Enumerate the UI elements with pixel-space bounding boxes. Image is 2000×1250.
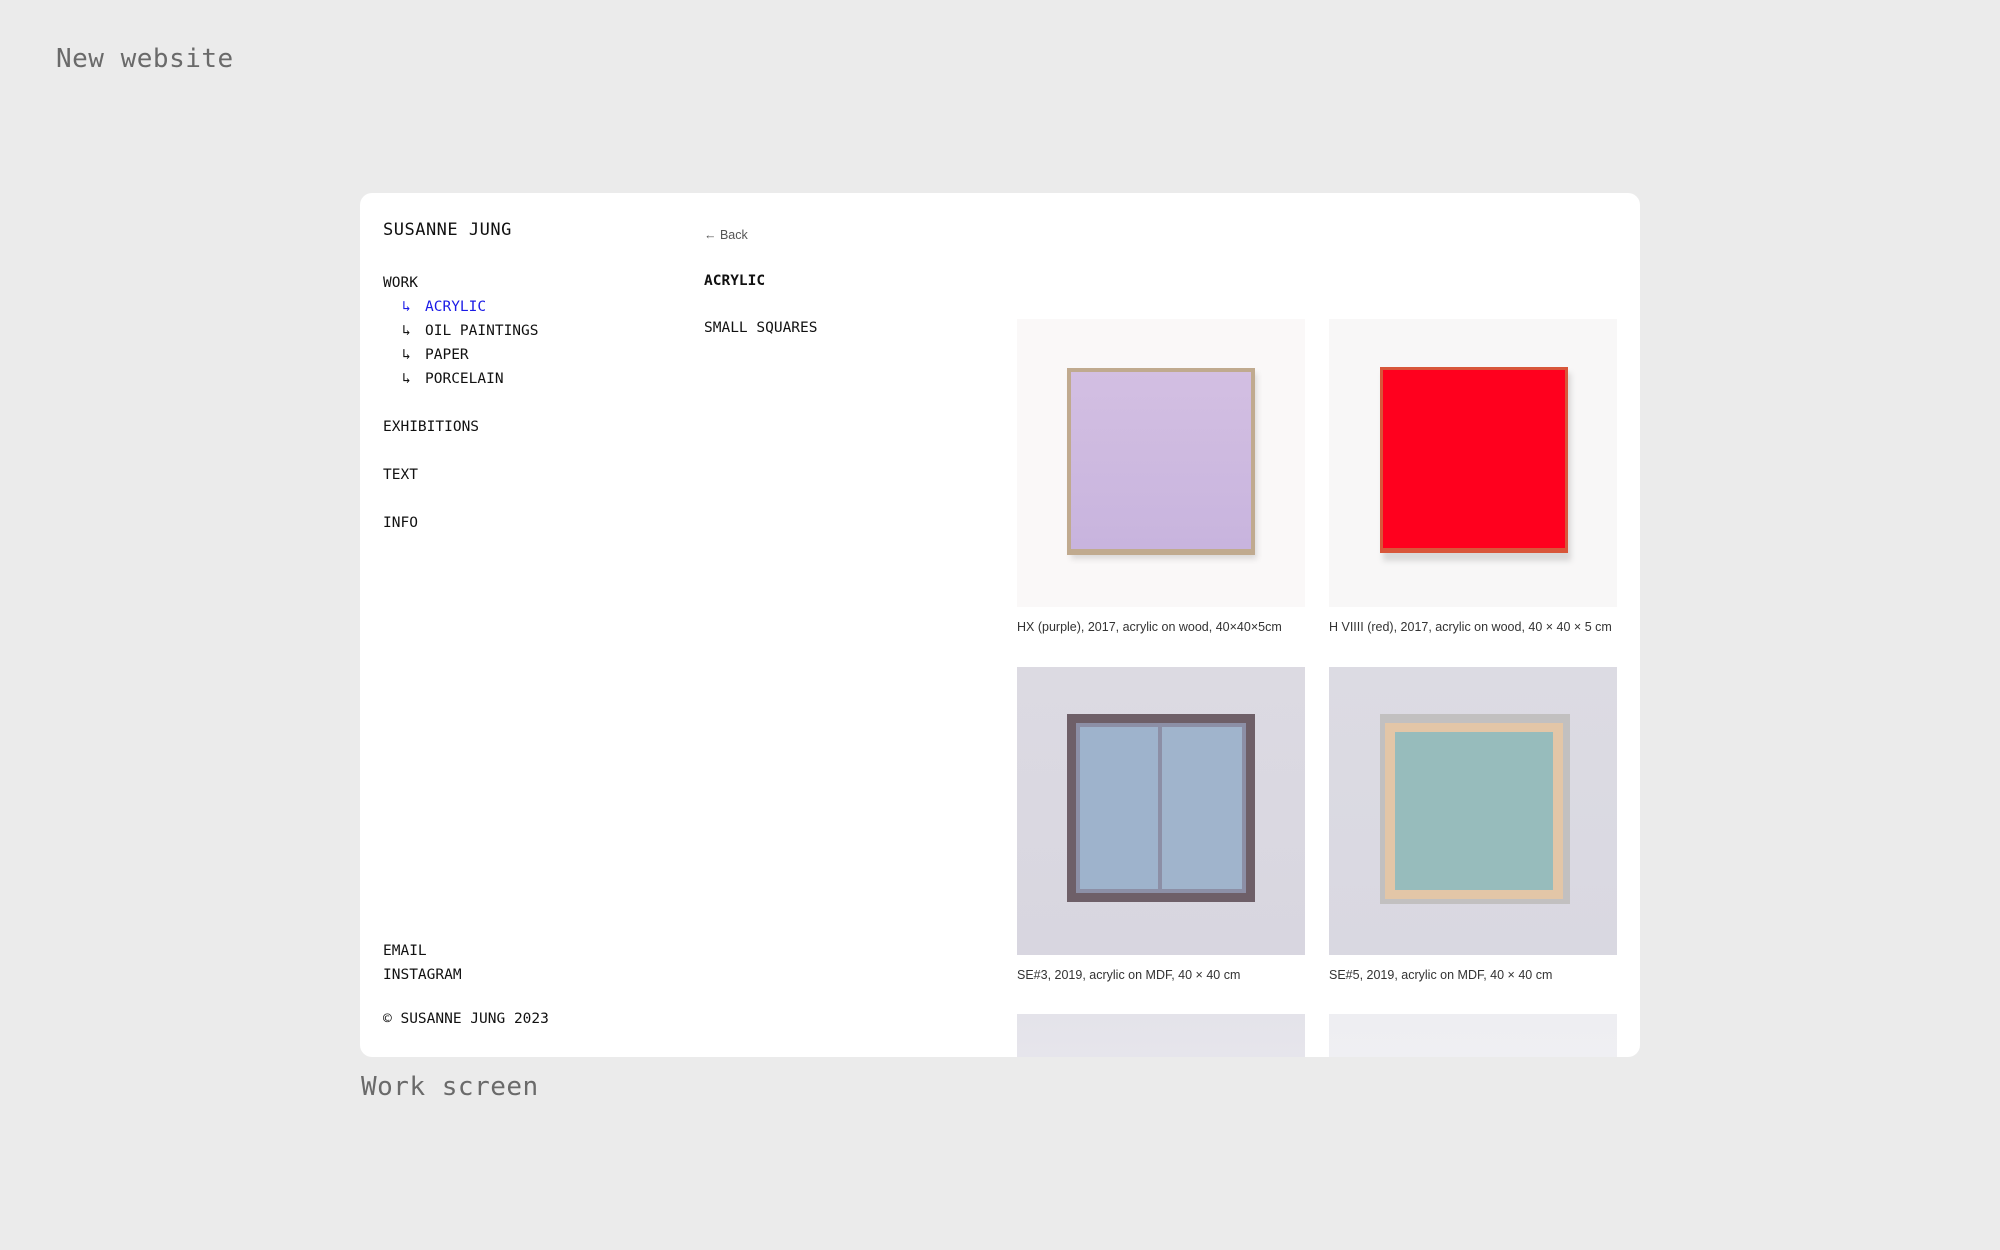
nav-item-text[interactable]: TEXT bbox=[383, 463, 539, 487]
main-nav: WORK ↳ ACRYLIC ↳ OIL PAINTINGS ↳ PAPER ↳ POR… bbox=[383, 271, 539, 535]
artwork-card[interactable]: SE#3, 2019, acrylic on MDF, 40 × 40 cm bbox=[1017, 667, 1305, 982]
nav-subitem-acrylic[interactable]: ↳ ACRYLIC bbox=[383, 295, 539, 319]
nav-subitem-paper[interactable]: ↳ PAPER bbox=[383, 343, 539, 367]
sub-arrow-icon: ↳ bbox=[402, 347, 411, 363]
artwork-image[interactable] bbox=[1329, 667, 1617, 955]
subsection-small-squares[interactable]: SMALL SQUARES bbox=[704, 320, 818, 336]
site-title[interactable]: SUSANNE JUNG bbox=[383, 220, 512, 240]
section-title: ACRYLIC bbox=[704, 273, 766, 289]
artwork-image[interactable] bbox=[1017, 1014, 1305, 1057]
website-frame: SUSANNE JUNG WORK ↳ ACRYLIC ↳ OIL PAINTING… bbox=[360, 193, 1640, 1057]
board-screen-caption: Work screen bbox=[361, 1072, 539, 1102]
nav-subitem-label: PORCELAIN bbox=[425, 371, 504, 387]
artwork-image[interactable] bbox=[1017, 667, 1305, 955]
artwork-image[interactable] bbox=[1329, 319, 1617, 607]
sub-arrow-icon: ↳ bbox=[402, 323, 411, 339]
sub-arrow-icon: ↳ bbox=[402, 299, 411, 315]
artwork-caption: SE#5, 2019, acrylic on MDF, 40 × 40 cm bbox=[1329, 968, 1553, 982]
artwork-image[interactable] bbox=[1017, 319, 1305, 607]
artwork-caption: HX (purple), 2017, acrylic on wood, 40×4… bbox=[1017, 620, 1282, 634]
artwork-card-partial[interactable] bbox=[1017, 1014, 1305, 1057]
artwork-caption: SE#3, 2019, acrylic on MDF, 40 × 40 cm bbox=[1017, 968, 1241, 982]
nav-subitem-label: PAPER bbox=[425, 347, 469, 363]
nav-subitem-porcelain[interactable]: ↳ PORCELAIN bbox=[383, 367, 539, 391]
contact-links: EMAIL INSTAGRAM bbox=[383, 939, 462, 987]
artwork-image[interactable] bbox=[1329, 1014, 1617, 1057]
artwork-card[interactable]: H VIIII (red), 2017, acrylic on wood, 40… bbox=[1329, 319, 1617, 634]
nav-subitem-oil-paintings[interactable]: ↳ OIL PAINTINGS bbox=[383, 319, 539, 343]
copyright: © SUSANNE JUNG 2023 bbox=[383, 1011, 549, 1027]
artwork-caption: H VIIII (red), 2017, acrylic on wood, 40… bbox=[1329, 620, 1612, 634]
nav-item-exhibitions[interactable]: EXHIBITIONS bbox=[383, 415, 539, 439]
instagram-link[interactable]: INSTAGRAM bbox=[383, 963, 462, 987]
nav-item-work[interactable]: WORK bbox=[383, 271, 539, 295]
nav-item-info[interactable]: INFO bbox=[383, 511, 539, 535]
board-page-label: New website bbox=[56, 44, 234, 74]
email-link[interactable]: EMAIL bbox=[383, 939, 462, 963]
nav-subitem-label: OIL PAINTINGS bbox=[425, 323, 539, 339]
artwork-card-partial[interactable] bbox=[1329, 1014, 1617, 1057]
nav-subitem-label: ACRYLIC bbox=[425, 299, 487, 315]
sidebar: SUSANNE JUNG WORK ↳ ACRYLIC ↳ OIL PAINTING… bbox=[383, 193, 683, 1057]
sub-arrow-icon: ↳ bbox=[402, 371, 411, 387]
artwork-card[interactable]: SE#5, 2019, acrylic on MDF, 40 × 40 cm bbox=[1329, 667, 1617, 982]
back-link[interactable]: ← Back bbox=[704, 228, 748, 242]
artwork-card[interactable]: HX (purple), 2017, acrylic on wood, 40×4… bbox=[1017, 319, 1305, 634]
